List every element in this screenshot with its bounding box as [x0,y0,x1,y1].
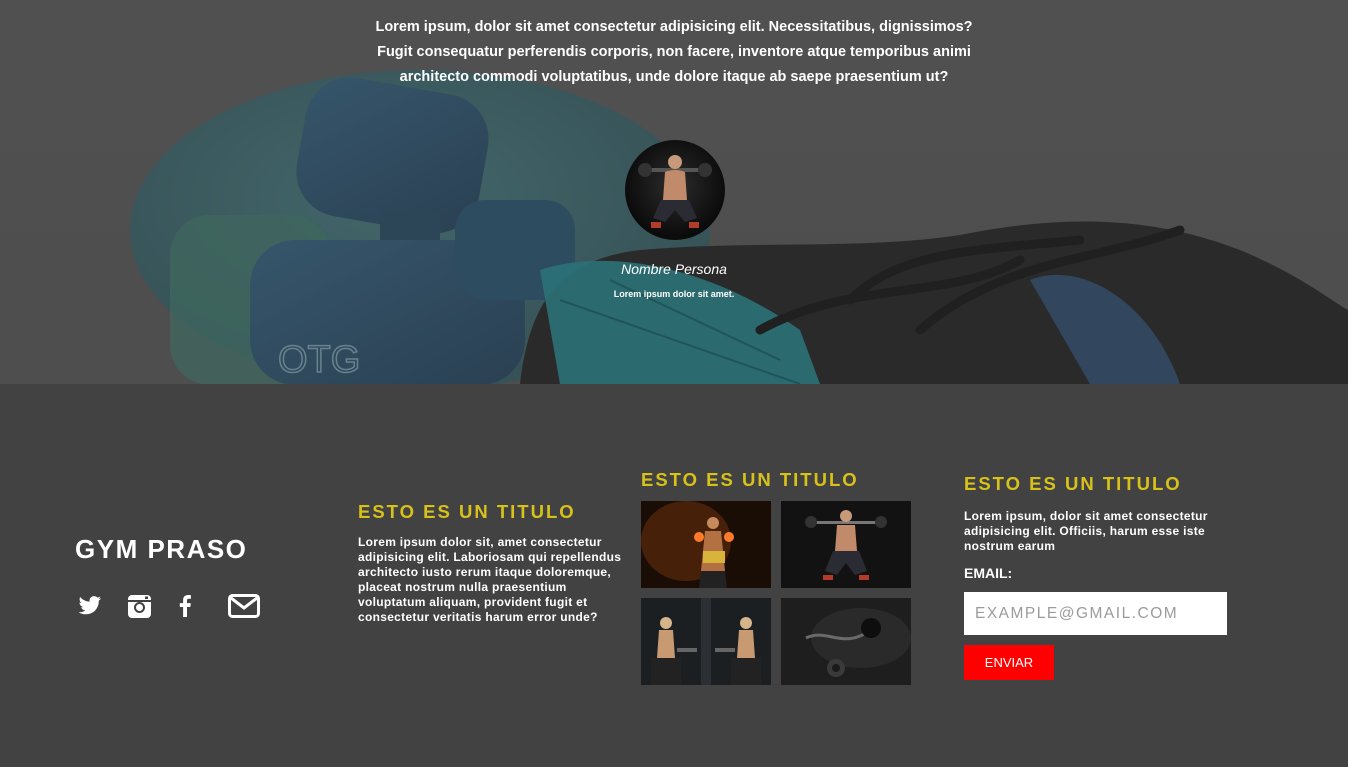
mail-icon [228,594,260,618]
send-button[interactable]: ENVIAR [964,645,1054,680]
email-label: EMAIL: [964,565,1013,581]
site-footer: GYM PRASO ESTO ES UN TITULO Lorem ipsum … [0,384,1348,767]
footer-brand: GYM PRASO [75,534,248,564]
footer-col1-text: Lorem ipsum dolor sit, amet consectetur … [358,535,622,624]
instagram-icon [128,594,151,618]
instagram-link[interactable] [128,592,178,620]
facebook-link[interactable] [178,592,228,620]
gallery-image[interactable] [781,501,911,588]
gallery-image[interactable] [781,598,911,685]
testimonial-person-name: Nombre Persona [621,261,727,277]
footer-col1-title: ESTO ES UN TITULO [358,501,576,522]
testimonial-quote: Lorem ipsum, dolor sit amet consectetur … [375,19,973,85]
testimonial-person-role: Lorem ipsum dolor sit amet. [613,289,735,299]
twitter-link[interactable] [78,592,128,620]
testimonial-avatar [625,140,725,240]
testimonial-hero: OTG Lorem ipsum, dolor sit amet consecte… [0,0,1348,384]
social-links [78,592,278,620]
mail-link[interactable] [228,592,278,620]
facebook-icon [179,595,191,617]
footer-col3-text: Lorem ipsum, dolor sit amet consectetur … [964,509,1208,553]
avatar-image [638,155,712,228]
email-input[interactable] [964,592,1227,635]
footer-col2-title: ESTO ES UN TITULO [641,469,859,490]
gallery-image[interactable] [641,598,771,685]
photo-gallery [641,501,911,685]
gallery-image[interactable] [641,501,771,588]
footer-col3-title: ESTO ES UN TITULO [964,473,1182,494]
twitter-icon [78,596,102,615]
